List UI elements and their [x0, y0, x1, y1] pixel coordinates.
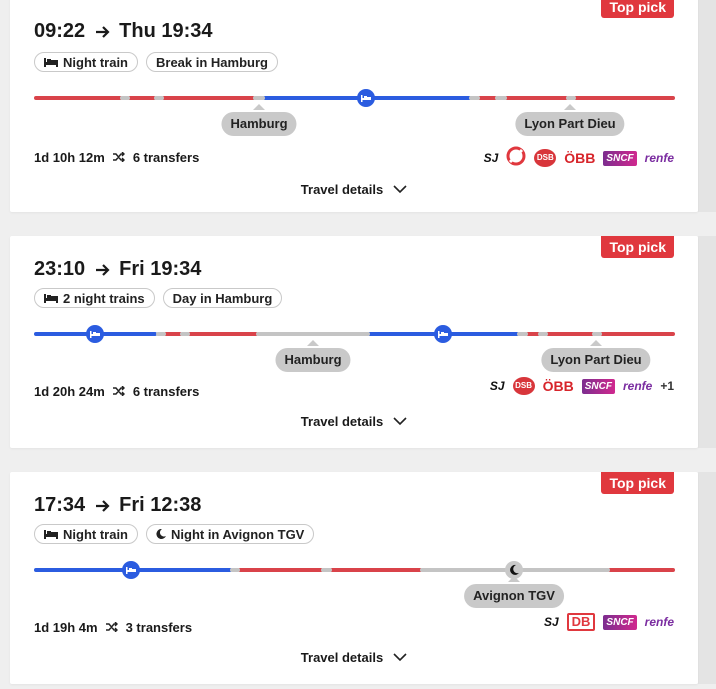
chevron-down-icon	[393, 182, 407, 197]
stop-lyon: Lyon Part Dieu	[541, 348, 651, 372]
sncf-logo: SNCF	[603, 614, 637, 630]
journey-card-3[interactable]: Top pick 17:34 Fri 12:38 Night train Nig…	[10, 472, 698, 684]
night-train-marker	[434, 325, 452, 343]
duration: 1d 20h 24m	[34, 384, 105, 399]
duration: 1d 19h 4m	[34, 620, 98, 635]
db-logo: DB	[566, 613, 596, 631]
chevron-down-icon	[393, 414, 407, 429]
next-card-edge	[698, 0, 716, 212]
renfe-logo: renfe	[644, 151, 674, 165]
shuffle-icon	[105, 620, 118, 635]
oresundstag-logo	[506, 146, 526, 171]
shuffle-icon	[112, 150, 125, 165]
transfers: 3 transfers	[125, 620, 193, 635]
dsb-logo: DSB	[534, 149, 557, 167]
operator-logos: SJ DSB ÖBB SNCF renfe +1	[490, 374, 674, 398]
obb-logo: ÖBB	[542, 378, 574, 394]
journey-stats: 1d 20h 24m 6 transfers	[34, 384, 199, 399]
travel-details-toggle[interactable]: Travel details	[10, 414, 698, 429]
journey-stats: 1d 19h 4m 3 transfers	[34, 620, 192, 635]
next-card-edge	[698, 472, 716, 684]
transfers: 6 transfers	[132, 384, 200, 399]
travel-details-toggle[interactable]: Travel details	[10, 182, 698, 197]
obb-logo: ÖBB	[564, 150, 596, 166]
next-card-edge	[698, 236, 716, 448]
journey-card-2[interactable]: Top pick 23:10 Fri 19:34 2 night trains …	[10, 236, 698, 448]
chevron-down-icon	[393, 650, 407, 665]
transfers: 6 transfers	[132, 150, 200, 165]
night-train-marker	[86, 325, 104, 343]
stop-avignon: Avignon TGV	[464, 584, 564, 608]
renfe-logo: renfe	[644, 615, 674, 629]
duration: 1d 10h 12m	[34, 150, 105, 165]
night-train-marker	[122, 561, 140, 579]
operator-logos: SJ DB SNCF renfe	[544, 610, 674, 634]
sj-logo: SJ	[483, 151, 499, 165]
dsb-logo: DSB	[512, 377, 535, 395]
night-train-marker	[357, 89, 375, 107]
sncf-logo: SNCF	[603, 150, 637, 166]
operator-logos: SJ DSB ÖBB SNCF renfe	[484, 146, 674, 170]
sj-logo: SJ	[489, 379, 505, 393]
sj-logo: SJ	[543, 615, 559, 629]
stop-lyon: Lyon Part Dieu	[515, 112, 625, 136]
travel-details-toggle[interactable]: Travel details	[10, 650, 698, 665]
journey-card-1[interactable]: Top pick 09:22 Thu 19:34 Night train Bre…	[10, 0, 698, 212]
more-operators: +1	[660, 379, 674, 393]
journey-stats: 1d 10h 12m 6 transfers	[34, 150, 199, 165]
stop-hamburg: Hamburg	[221, 112, 297, 136]
sncf-logo: SNCF	[581, 378, 615, 394]
shuffle-icon	[112, 384, 125, 399]
renfe-logo: renfe	[622, 379, 653, 393]
stop-hamburg: Hamburg	[275, 348, 351, 372]
route-timeline	[34, 561, 675, 582]
